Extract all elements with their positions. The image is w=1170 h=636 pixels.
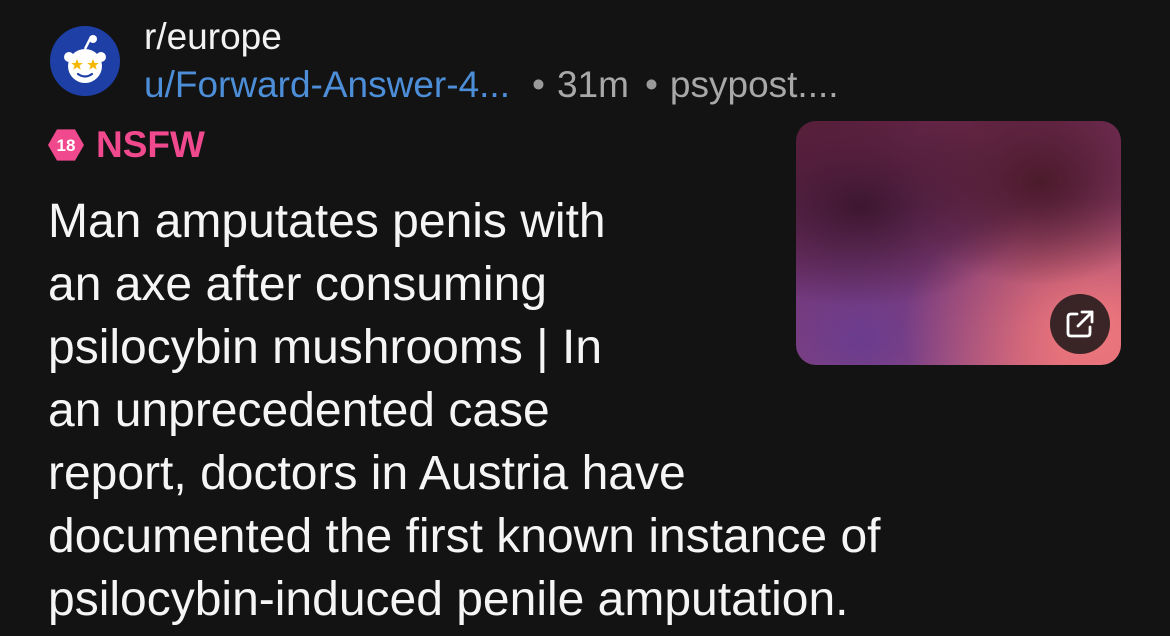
title-line: documented the first known instance of <box>48 510 881 563</box>
link-domain[interactable]: psypost.... <box>670 63 839 107</box>
post-card[interactable]: r/europe u/Forward-Answer-4... • 31m • p… <box>0 0 1170 636</box>
nsfw-tag: 18 NSFW <box>46 123 205 167</box>
title-line: Man amputates penis with <box>48 195 606 248</box>
nsfw-label: NSFW <box>96 124 205 165</box>
post-age: 31m <box>556 64 629 105</box>
title-line: psilocybin-induced penile amputation. <box>48 573 849 626</box>
title-line: an unprecedented case <box>48 384 550 437</box>
title-line: an axe after consuming <box>48 258 547 311</box>
author-link[interactable]: u/Forward-Answer-4... <box>144 63 510 107</box>
subreddit-name[interactable]: r/europe <box>144 15 282 59</box>
nsfw-badge-number: 18 <box>57 136 76 155</box>
meta-separator: • <box>532 64 545 105</box>
nsfw-18-icon: 18 <box>46 125 86 165</box>
subreddit-avatar-icon[interactable] <box>50 26 120 96</box>
meta-separator: • <box>644 64 658 105</box>
title-line: report, doctors in Austria have <box>48 447 686 500</box>
post-title[interactable]: Man amputates penis with an axe after co… <box>48 190 1108 631</box>
title-line: psilocybin mushrooms | In <box>48 321 603 374</box>
post-meta: u/Forward-Answer-4... • 31m • psypost...… <box>144 63 839 107</box>
